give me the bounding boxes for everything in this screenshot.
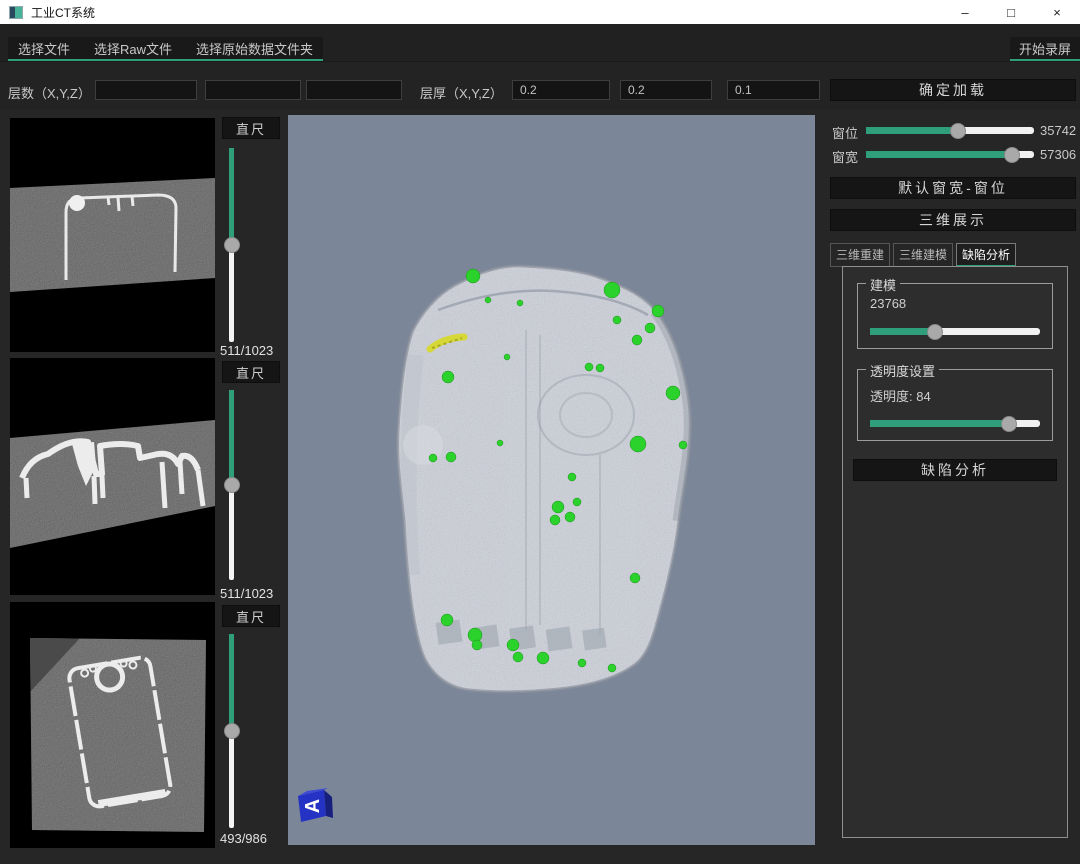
logo-letter: A (302, 799, 324, 813)
record-button-group: 开始录屏 (1010, 37, 1080, 61)
select-raw-button[interactable]: 选择Raw文件 (94, 39, 172, 58)
slider-fill (229, 148, 234, 245)
slice-slider-3[interactable] (229, 634, 234, 828)
window-titlebar: 工业CT系统 – □ × (0, 0, 1080, 24)
slider-knob[interactable] (224, 723, 240, 739)
window-controls: – □ × (942, 0, 1080, 24)
layer-input-y[interactable] (205, 80, 301, 100)
slice-slider-2[interactable] (229, 390, 234, 580)
opacity-group-title: 透明度设置 (866, 361, 939, 380)
window-level-label: 窗位 (832, 123, 858, 142)
opacity-value: 透明度: 84 (870, 386, 931, 405)
defect-tab-panel: 建模 23768 透明度设置 透明度: 84 缺陷分析 (842, 266, 1068, 838)
defect-analyze-button[interactable]: 缺陷分析 (853, 459, 1057, 481)
slider-knob[interactable] (224, 477, 240, 493)
modeling-slider[interactable] (870, 328, 1040, 335)
modeling-group-title: 建模 (866, 275, 900, 294)
layer-input-z[interactable] (306, 80, 402, 100)
window-width-value: 57306 (1040, 147, 1076, 162)
slice-thumbnail-side[interactable] (10, 358, 215, 595)
tab-reconstruction[interactable]: 三维重建 (830, 243, 890, 267)
app-window: 工业CT系统 – □ × 选择文件 选择Raw文件 选择原始数据文件夹 开始录屏… (0, 0, 1080, 864)
slider-fill (866, 151, 1012, 158)
modeling-value: 23768 (870, 296, 906, 311)
slider-fill (870, 328, 935, 335)
window-width-slider[interactable] (866, 151, 1034, 158)
window-level-value: 35742 (1040, 123, 1076, 138)
slice-thumbnail-front[interactable] (10, 602, 215, 848)
slice-position-3: 493/986 (220, 831, 292, 846)
slider-knob[interactable] (1004, 147, 1020, 163)
slice-position-2: 511/1023 (220, 586, 292, 601)
thickness-label: 层厚（X,Y,Z） (420, 83, 503, 102)
thickness-input-x[interactable] (512, 80, 610, 100)
window-title: 工业CT系统 (31, 4, 95, 21)
window-width-label: 窗宽 (832, 147, 858, 166)
select-file-button[interactable]: 选择文件 (18, 39, 70, 58)
ruler-button-2[interactable]: 直尺 (222, 361, 280, 383)
viewport-3d[interactable]: A (288, 115, 815, 845)
slider-fill (866, 127, 958, 134)
logo-cube: A (298, 788, 333, 822)
ct-model (288, 115, 815, 845)
slider-knob[interactable] (950, 123, 966, 139)
slider-knob[interactable] (927, 324, 943, 340)
start-record-button[interactable]: 开始录屏 (1019, 39, 1071, 58)
layer-input-x[interactable] (95, 80, 197, 100)
display-3d-button[interactable]: 三维展示 (830, 209, 1076, 231)
select-folder-button[interactable]: 选择原始数据文件夹 (196, 39, 313, 58)
ruler-button-1[interactable]: 直尺 (222, 117, 280, 139)
tab-modeling[interactable]: 三维建模 (893, 243, 953, 267)
file-button-group: 选择文件 选择Raw文件 选择原始数据文件夹 (8, 37, 323, 61)
slice-position-1: 511/1023 (220, 343, 292, 358)
opacity-slider[interactable] (870, 420, 1040, 427)
slider-knob[interactable] (224, 237, 240, 253)
modeling-groupbox: 建模 23768 (857, 283, 1053, 349)
maximize-button[interactable]: □ (988, 0, 1034, 24)
minimize-button[interactable]: – (942, 0, 988, 24)
ruler-button-3[interactable]: 直尺 (222, 605, 280, 627)
thickness-input-z[interactable] (727, 80, 820, 100)
window-level-slider[interactable] (866, 127, 1034, 134)
slice-slider-1[interactable] (229, 148, 234, 342)
slider-fill (229, 390, 234, 485)
slider-fill (870, 420, 1009, 427)
layers-label: 层数（X,Y,Z） (8, 83, 91, 102)
opacity-groupbox: 透明度设置 透明度: 84 (857, 369, 1053, 441)
default-wl-button[interactable]: 默认窗宽-窗位 (830, 177, 1076, 199)
slider-fill (229, 634, 234, 731)
confirm-load-button[interactable]: 确定加载 (830, 79, 1076, 101)
app-icon (9, 6, 23, 19)
slider-knob[interactable] (1001, 416, 1017, 432)
thickness-input-y[interactable] (620, 80, 712, 100)
slice-thumbnail-top[interactable] (10, 118, 215, 352)
close-button[interactable]: × (1034, 0, 1080, 24)
tab-bar: 三维重建 三维建模 缺陷分析 (830, 243, 1016, 267)
tab-defect[interactable]: 缺陷分析 (956, 243, 1016, 267)
